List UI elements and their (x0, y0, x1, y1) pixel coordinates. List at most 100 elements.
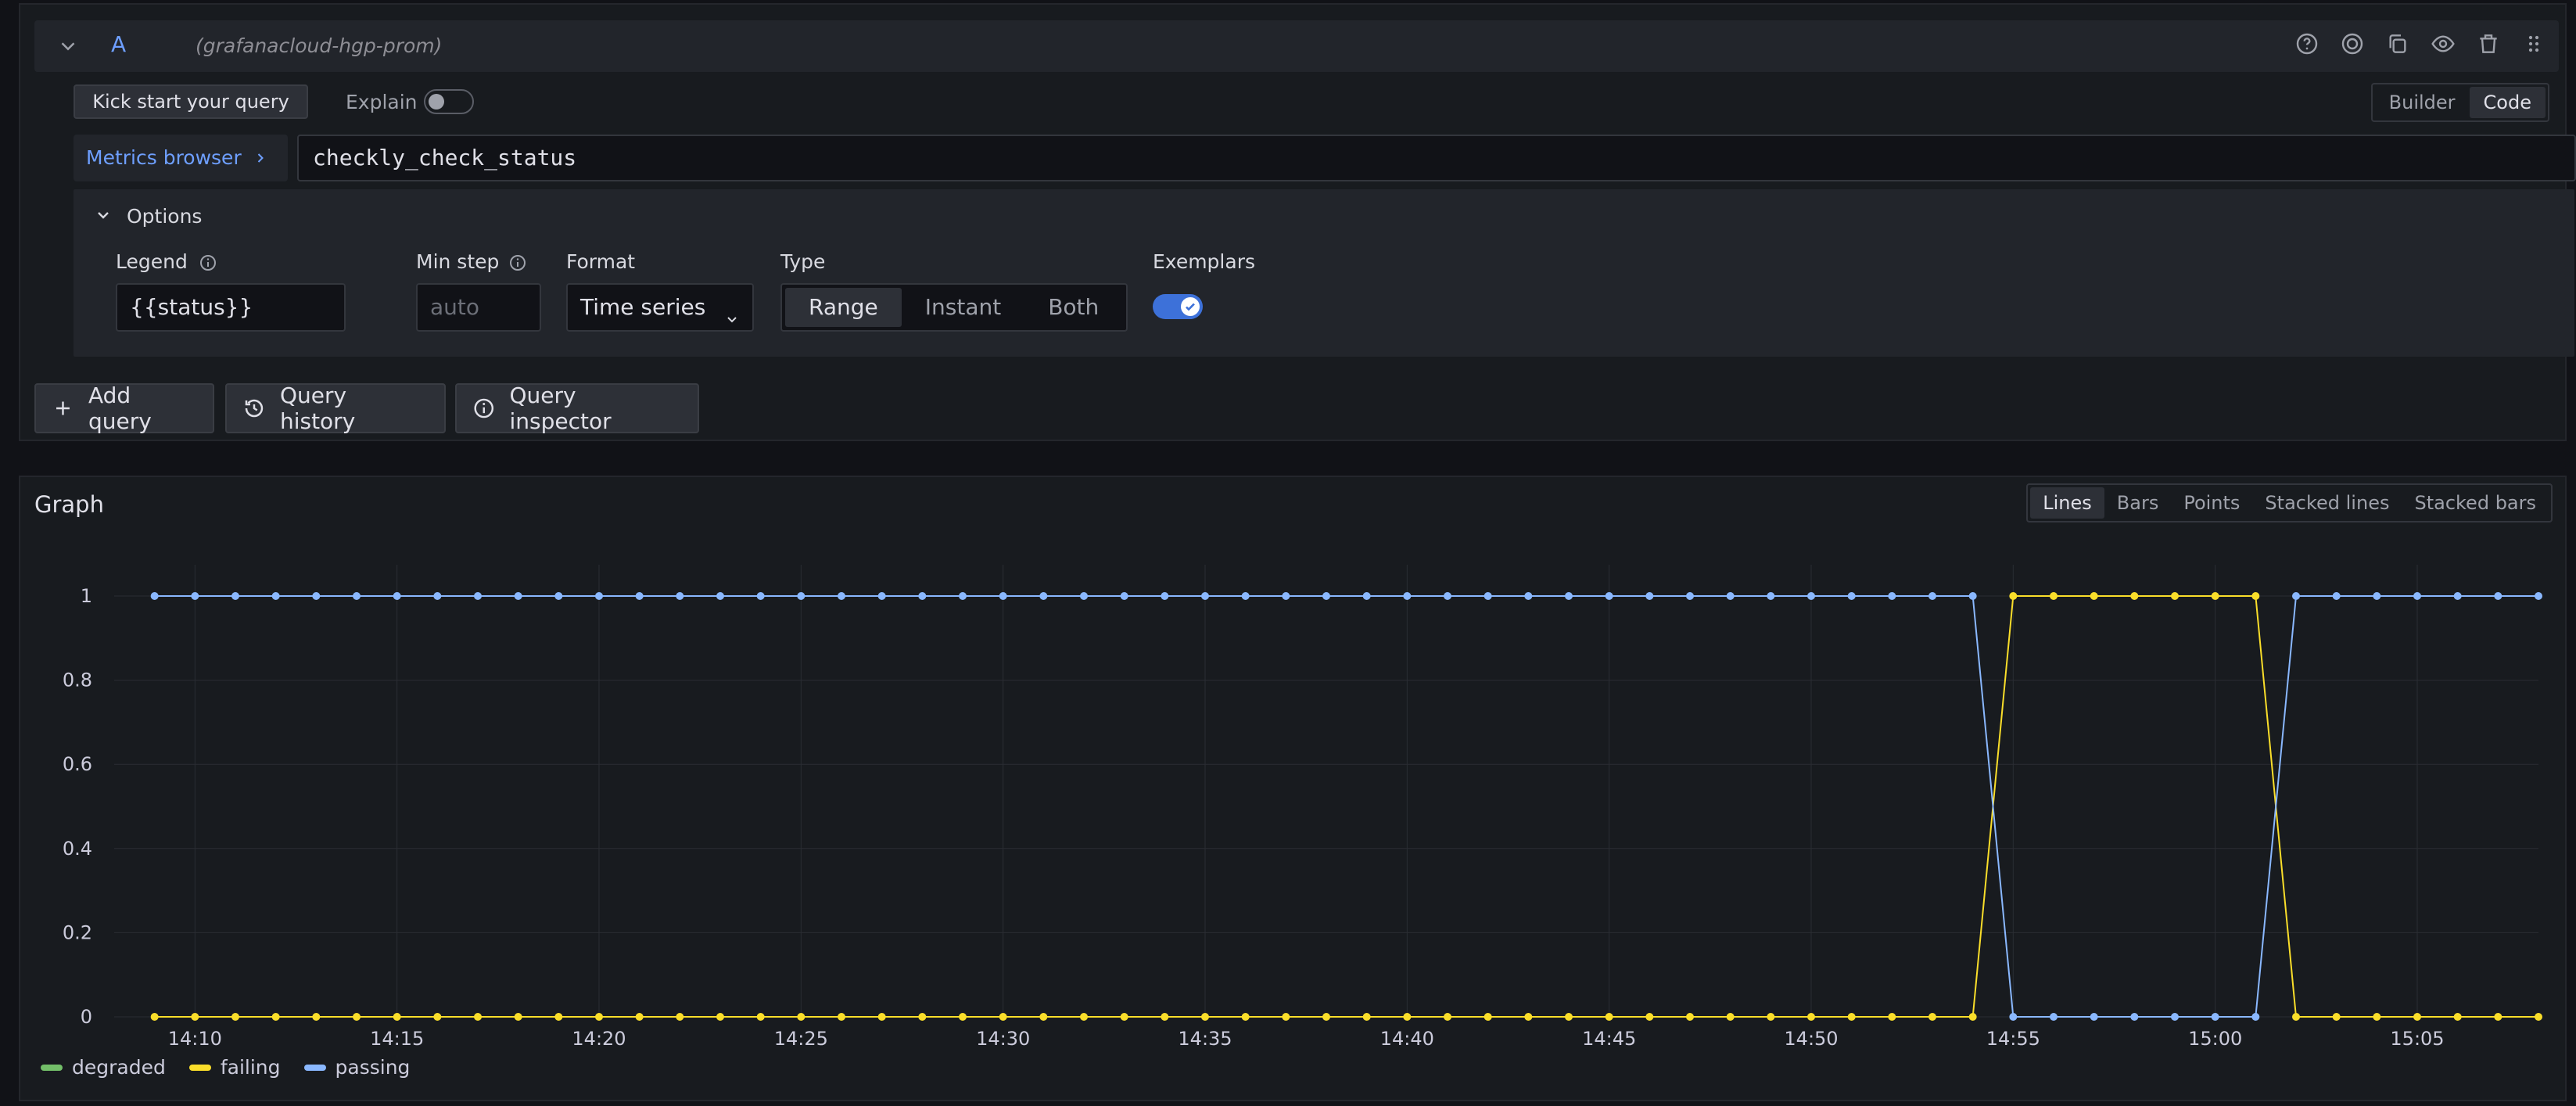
data-point-failing (1807, 1013, 1815, 1021)
chevron-down-icon (723, 299, 741, 323)
x-tick-label: 14:10 (168, 1028, 222, 1048)
data-point-failing (1767, 1013, 1775, 1021)
data-point-passing (838, 592, 845, 600)
history-icon (245, 399, 264, 418)
data-point-failing (2332, 1013, 2341, 1021)
data-point-failing (1080, 1013, 1088, 1021)
data-point-failing (271, 1013, 280, 1021)
add-query-button[interactable]: Add query (34, 382, 214, 434)
y-tick-label: 0.6 (63, 753, 92, 775)
promql-query-field[interactable]: checkly_check_status (297, 135, 2576, 181)
type-range-option[interactable]: Range (785, 288, 902, 327)
data-point-failing (595, 1013, 603, 1021)
data-point-failing (1928, 1013, 1936, 1021)
format-select[interactable]: Time series (566, 283, 754, 332)
data-point-passing (2009, 1013, 2018, 1021)
vis-bars-option[interactable]: Bars (2104, 487, 2172, 519)
copy-icon[interactable] (2385, 31, 2410, 56)
data-point-failing (2292, 1013, 2300, 1021)
data-point-failing (191, 1013, 199, 1021)
type-both-option[interactable]: Both (1024, 288, 1122, 327)
data-point-failing (2373, 1013, 2381, 1021)
data-point-passing (353, 592, 361, 600)
x-tick-label: 14:40 (1380, 1028, 1434, 1048)
data-point-passing (1403, 592, 1412, 600)
data-point-passing (433, 592, 442, 600)
data-point-passing (595, 592, 603, 600)
data-point-failing (676, 1013, 684, 1021)
query-inspector-button[interactable]: Query inspector (455, 382, 699, 434)
x-tick-label: 14:20 (572, 1028, 626, 1048)
data-point-passing (312, 592, 321, 600)
editor-mode-switch: Builder Code (2370, 83, 2549, 122)
trash-icon[interactable] (2476, 31, 2501, 56)
drag-handle-icon[interactable] (2521, 31, 2546, 56)
min-step-input[interactable]: auto (416, 283, 541, 332)
eye-icon[interactable] (2431, 31, 2456, 56)
data-point-failing (797, 1013, 805, 1021)
query-type-radio-group: Range Instant Both (780, 283, 1128, 332)
data-point-failing (393, 1013, 401, 1021)
data-point-passing (1201, 592, 1209, 600)
explain-toggle[interactable] (424, 89, 474, 114)
info-icon[interactable] (199, 253, 217, 272)
data-point-failing (2090, 592, 2098, 600)
vis-lines-option[interactable]: Lines (2030, 487, 2104, 519)
x-tick-label: 14:30 (976, 1028, 1030, 1048)
options-collapse-toggle[interactable]: Options (94, 205, 202, 228)
series-line-failing (154, 595, 2538, 1018)
series-line-passing (154, 595, 2538, 1018)
code-mode-button[interactable]: Code (2469, 87, 2546, 118)
legend-item-degraded[interactable]: degraded (41, 1056, 166, 1079)
data-point-passing (1847, 592, 1856, 600)
data-point-passing (474, 592, 482, 600)
y-tick-label: 0.8 (63, 670, 92, 691)
data-point-passing (1565, 592, 1573, 600)
metrics-browser-button[interactable]: Metrics browser (74, 135, 288, 181)
query-row-actions (2294, 31, 2546, 56)
kick-start-query-button[interactable]: Kick start your query (74, 84, 308, 119)
target-icon[interactable] (2340, 31, 2365, 56)
exemplars-toggle[interactable] (1153, 294, 1203, 319)
data-point-failing (1362, 1013, 1371, 1021)
data-point-passing (1645, 592, 1654, 600)
query-history-button[interactable]: Query history (225, 382, 446, 434)
legend-item-passing[interactable]: passing (303, 1056, 410, 1079)
vis-points-option[interactable]: Points (2171, 487, 2252, 519)
info-icon[interactable] (508, 253, 527, 272)
builder-mode-button[interactable]: Builder (2375, 87, 2470, 118)
data-point-failing (1322, 1013, 1330, 1021)
type-instant-option[interactable]: Instant (902, 288, 1024, 327)
data-point-passing (1484, 592, 1492, 600)
data-point-failing (2413, 1013, 2421, 1021)
data-point-passing (1524, 592, 1533, 600)
query-options-section: Options Legend {{status}} Min step auto … (74, 189, 2574, 357)
data-point-passing (1767, 592, 1775, 600)
data-point-failing (150, 1013, 159, 1021)
query-history-label: Query history (279, 382, 356, 434)
data-point-failing (2050, 592, 2058, 600)
vis-stacked-lines-option[interactable]: Stacked lines (2252, 487, 2402, 519)
vis-stacked-bars-option[interactable]: Stacked bars (2402, 487, 2549, 519)
data-point-failing (1039, 1013, 1048, 1021)
legend-input[interactable]: {{status}} (116, 283, 346, 332)
query-ref-id[interactable]: A (111, 31, 126, 57)
chevron-right-icon (248, 146, 268, 169)
y-tick-label: 0.4 (63, 838, 92, 860)
help-icon[interactable] (2294, 31, 2319, 56)
data-point-passing (1039, 592, 1048, 600)
data-point-passing (2373, 592, 2381, 600)
data-point-failing (1888, 1013, 1896, 1021)
data-point-passing (877, 592, 886, 600)
data-point-failing (474, 1013, 482, 1021)
data-point-failing (1726, 1013, 1735, 1021)
data-point-passing (2251, 1013, 2260, 1021)
legend-item-failing[interactable]: failing (188, 1056, 281, 1079)
explain-label: Explain (346, 91, 418, 113)
chevron-down-icon[interactable] (56, 34, 80, 58)
data-point-failing (2211, 592, 2219, 600)
data-point-failing (959, 1013, 967, 1021)
type-label: Type (780, 250, 826, 273)
legend-swatch (303, 1064, 326, 1071)
data-point-passing (2292, 592, 2300, 600)
